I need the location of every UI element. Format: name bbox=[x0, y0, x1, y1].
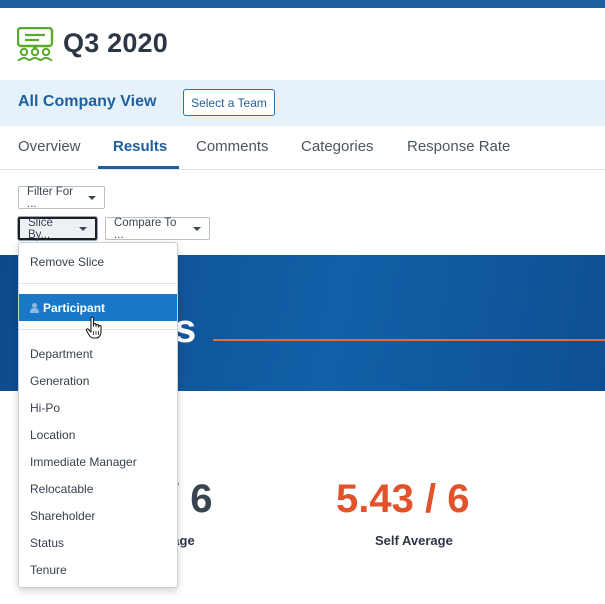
menu-item-remove-slice[interactable]: Remove Slice bbox=[19, 248, 177, 275]
page-title: Q3 2020 bbox=[63, 28, 168, 58]
top-strip bbox=[0, 0, 605, 8]
menu-item-department[interactable]: Department bbox=[19, 340, 177, 367]
menu-item-tenure[interactable]: Tenure bbox=[19, 556, 177, 583]
caret-down-icon bbox=[79, 226, 87, 231]
menu-item-participant-label: Participant bbox=[43, 300, 106, 315]
self-average-value: 5.43 / 6 bbox=[336, 477, 470, 521]
person-icon bbox=[30, 302, 39, 313]
menu-divider bbox=[19, 283, 177, 284]
menu-item-immediate-manager[interactable]: Immediate Manager bbox=[19, 448, 177, 475]
slice-by-button[interactable]: Slice By... bbox=[18, 216, 97, 241]
self-average-label: Self Average bbox=[375, 533, 453, 548]
menu-item-relocatable[interactable]: Relocatable bbox=[19, 475, 177, 502]
page-header: Q3 2020 bbox=[0, 8, 605, 80]
menu-item-generation[interactable]: Generation bbox=[19, 367, 177, 394]
select-team-button[interactable]: Select a Team bbox=[183, 89, 275, 116]
tab-comments[interactable]: Comments bbox=[196, 138, 269, 155]
menu-item-shareholder[interactable]: Shareholder bbox=[19, 502, 177, 529]
compare-to-button[interactable]: Compare To ... bbox=[105, 216, 210, 241]
tab-results[interactable]: Results bbox=[113, 138, 167, 155]
compare-to-label: Compare To ... bbox=[114, 216, 177, 241]
survey-people-icon bbox=[17, 27, 54, 61]
tab-categories[interactable]: Categories bbox=[301, 138, 374, 155]
view-bar: All Company View Select a Team bbox=[0, 80, 605, 126]
filter-for-button[interactable]: Filter For ... bbox=[18, 185, 105, 210]
tab-response-rate[interactable]: Response Rate bbox=[407, 138, 510, 155]
menu-item-status[interactable]: Status bbox=[19, 529, 177, 556]
tab-bar: Overview Results Comments Categories Res… bbox=[0, 126, 605, 170]
banner-accent-line bbox=[213, 339, 605, 341]
hand-pointer-icon bbox=[85, 316, 102, 339]
view-title: All Company View bbox=[18, 93, 157, 110]
slice-by-menu: Remove Slice Participant Department Gene… bbox=[18, 242, 178, 588]
tab-overview[interactable]: Overview bbox=[18, 138, 81, 155]
slice-by-label: Slice By... bbox=[28, 216, 53, 241]
menu-item-location[interactable]: Location bbox=[19, 421, 177, 448]
caret-down-icon bbox=[193, 226, 201, 231]
caret-down-icon bbox=[88, 195, 96, 200]
filter-for-label: Filter For ... bbox=[27, 185, 73, 210]
menu-item-hi-po[interactable]: Hi-Po bbox=[19, 394, 177, 421]
active-tab-indicator bbox=[98, 166, 179, 169]
